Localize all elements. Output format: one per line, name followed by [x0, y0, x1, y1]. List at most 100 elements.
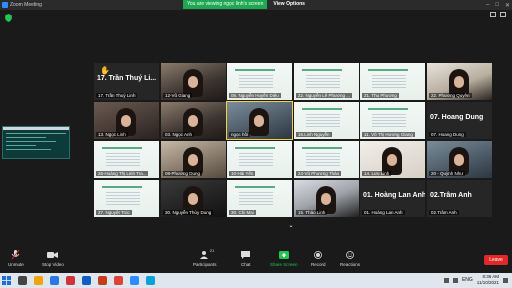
gallery-next-page-button[interactable]: ⌄ [284, 221, 298, 229]
raised-hand-icon: ✋ [100, 66, 110, 75]
chat-button[interactable]: Chat [241, 250, 251, 267]
participant-name-label: 16.Linh Nguyễn [296, 132, 332, 137]
microphone-muted-icon [11, 250, 20, 260]
record-label: Record [311, 262, 326, 267]
zoom-logo-icon [2, 2, 8, 8]
network-icon[interactable] [443, 277, 449, 283]
meeting-toolbar: Unmute Stop Video 21 Participants Chat S… [0, 247, 512, 273]
participant-tile[interactable]: 10-Hải Yến [227, 141, 292, 178]
participant-tile[interactable]: 21. Thu Phương [360, 63, 425, 100]
file-explorer-icon[interactable] [34, 276, 43, 285]
security-shield-icon[interactable] [5, 14, 12, 22]
view-options-button[interactable]: View Options [267, 0, 311, 9]
participant-tile[interactable]: 06. Nguyễn Huyền Diệu [227, 63, 292, 100]
unmute-label: Unmute [8, 262, 24, 267]
participant-tile[interactable]: 08-Phương Dung [161, 141, 226, 178]
share-screen-button[interactable]: Share Screen [270, 250, 298, 267]
unmute-button[interactable]: Unmute [8, 250, 24, 267]
participant-tile[interactable]: 24-Vũ Phương Thảo [294, 141, 359, 178]
share-banner: You are viewing ngọc linh's screen View … [183, 0, 311, 9]
maximize-icon[interactable]: □ [495, 2, 499, 8]
search-taskbar-icon[interactable] [18, 276, 27, 285]
notification-icon[interactable] [503, 277, 508, 283]
record-icon [314, 250, 323, 260]
stop-video-label: Stop Video [42, 262, 64, 267]
participant-name-label: 12-Vũ Giang [163, 93, 193, 98]
participant-name-label: 20 - Quỳnh Như [429, 171, 466, 176]
share-screen-icon [278, 250, 289, 260]
minimize-icon[interactable]: – [486, 2, 489, 8]
participant-tile[interactable]: 13. Ngọc Linh [94, 102, 159, 139]
participant-tile[interactable]: 14. Lưu Linh [360, 141, 425, 178]
windows-start-icon[interactable] [2, 276, 11, 285]
participant-name-label: 22. Phương Quyên [429, 93, 472, 98]
participants-icon: 21 [199, 248, 214, 260]
participant-name-label: 02.Trâm Anh [429, 210, 459, 215]
volume-icon[interactable] [452, 277, 458, 283]
participant-tile[interactable]: 30. Nguyễn Thùy Dung [161, 180, 226, 217]
participant-name-label: 07. Hoang Dung [429, 132, 466, 137]
participant-tile[interactable]: 30. Chi Mai [227, 180, 292, 217]
participant-tile[interactable]: 03. Ngọc Anh [161, 102, 226, 139]
participant-name-label: 30. Nguyễn Thùy Dung [163, 210, 214, 215]
close-icon[interactable]: ✕ [505, 2, 510, 9]
browser-icon[interactable] [50, 276, 59, 285]
participant-name-label: 22. Nguyễn Lê Phương ... [296, 93, 352, 98]
participant-name-label: 26-Hoàng Thị Linh Tra... [96, 171, 149, 176]
participant-tile[interactable]: 11. Võ Thị Hương Giang [360, 102, 425, 139]
participants-label: Participants [193, 262, 217, 267]
viewing-screen-label: You are viewing ngọc linh's screen [183, 0, 268, 9]
participant-tile[interactable]: 16.Linh Nguyễn [294, 102, 359, 139]
zoom-taskbar-icon[interactable] [130, 276, 139, 285]
chat-label: Chat [241, 262, 251, 267]
leave-button[interactable]: Leave [484, 255, 508, 265]
video-camera-icon [47, 250, 59, 260]
app-icon-red[interactable] [66, 276, 75, 285]
participant-name-label: 06. Nguyễn Huyền Diệu [229, 93, 281, 98]
window-controls: – □ ✕ [486, 0, 510, 10]
participant-name-label: 13. Ngọc Linh [96, 132, 128, 137]
participant-name-label: 14. Lưu Linh [362, 171, 392, 176]
participant-tile[interactable]: 20 - Quỳnh Như [427, 141, 492, 178]
participant-tile[interactable]: 17. Trần Thuý Li... ✋ 17. Trần Thuý Linh [94, 63, 159, 100]
participant-name-label: 30. Chi Mai [229, 210, 256, 215]
participant-tile[interactable]: 12-Vũ Giang [161, 63, 226, 100]
participants-count: 21 [209, 248, 215, 253]
participant-tile[interactable]: 26-Hoàng Thị Linh Tra... [94, 141, 159, 178]
participant-tile[interactable]: 22. Phương Quyên [427, 63, 492, 100]
participant-name-label: 21. Thu Phương [362, 93, 399, 98]
participant-name-label: 08-Phương Dung [163, 171, 202, 176]
os-taskbar: ENG 8:36 AM 11/10/2021 [0, 273, 512, 288]
chrome-icon[interactable] [114, 276, 123, 285]
participant-name-label: ngọc hồi [229, 132, 251, 137]
participant-display-name: 07. Hoang Dung [430, 114, 484, 121]
participant-tile[interactable]: 27. Nguyệt Trúc [94, 180, 159, 217]
participants-button[interactable]: 21 Participants [193, 248, 217, 267]
stop-video-button[interactable]: Stop Video [42, 250, 64, 267]
participant-tile[interactable]: 15. Thảo Linh [294, 180, 359, 217]
participant-tile[interactable]: 07. Hoang Dung 07. Hoang Dung [427, 102, 492, 139]
participant-display-name: 01. Hoàng Lan Anh [363, 192, 425, 199]
clock[interactable]: 8:36 AM 11/10/2021 [477, 274, 499, 286]
word-icon[interactable] [82, 276, 91, 285]
app-icon-blue[interactable] [146, 276, 155, 285]
participant-name-label: 01. Hoàng Lan Anh [362, 210, 405, 215]
powerpoint-icon[interactable] [98, 276, 107, 285]
chevron-down-icon: ⌄ [288, 222, 294, 229]
participant-tile[interactable]: 01. Hoàng Lan Anh 01. Hoàng Lan Anh [360, 180, 425, 217]
chat-bubble-icon [241, 250, 251, 260]
participant-tile[interactable]: ngọc hồi [226, 101, 293, 140]
fullscreen-icon[interactable] [500, 12, 506, 17]
zoom-app-window: Zoom Meeting – □ ✕ You are viewing ngọc … [0, 0, 512, 288]
record-button[interactable]: Record [311, 250, 326, 267]
system-tray: ENG 8:36 AM 11/10/2021 [443, 274, 508, 286]
shared-screen-thumbnail[interactable] [2, 126, 70, 159]
participant-tile[interactable]: 02.Trâm Anh 02.Trâm Anh [427, 180, 492, 217]
view-controls [490, 12, 506, 17]
participant-tile[interactable]: 22. Nguyễn Lê Phương ... [294, 63, 359, 100]
window-title: Zoom Meeting [10, 2, 42, 8]
participant-video [249, 108, 269, 136]
reactions-button[interactable]: Reactions [340, 250, 360, 267]
language-indicator[interactable]: ENG [462, 277, 473, 283]
gallery-view-icon[interactable] [490, 12, 496, 17]
